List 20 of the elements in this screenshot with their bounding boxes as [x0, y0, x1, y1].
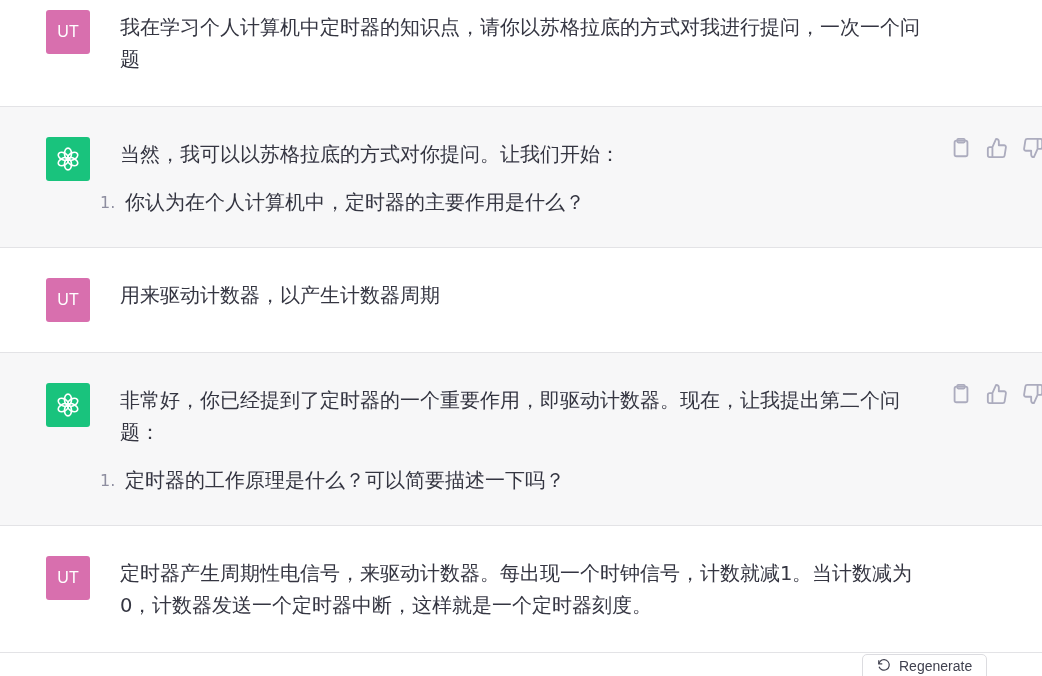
- message-text: 定时器产生周期性电信号，来驱动计数器。每出现一个时钟信号，计数就减1。当计数减为0，计数器发送一个定时器中断，这样就是一个定时器刻度。: [120, 561, 914, 619]
- user-avatar: UT: [46, 10, 90, 54]
- thumbs-up-icon[interactable]: [986, 137, 1008, 159]
- thumbs-up-icon[interactable]: [986, 383, 1008, 405]
- knot-logo-icon: [55, 392, 81, 418]
- message-text: 非常好，你已经提到了定时器的一个重要作用，即驱动计数器。现在，让我提出第二个问题：: [120, 388, 901, 446]
- list-item-text: 定时器的工作原理是什么？可以简要描述一下吗？: [125, 468, 566, 494]
- list-number: 1.: [100, 470, 116, 492]
- message-text: 我在学习个人计算机中定时器的知识点，请你以苏格拉底的方式对我进行提问，一次一个问题: [120, 15, 920, 73]
- thumbs-down-icon[interactable]: [1022, 383, 1042, 405]
- list-item-text: 你认为在个人计算机中，定时器的主要作用是什么？: [125, 190, 586, 216]
- refresh-icon: [877, 658, 891, 672]
- user-avatar: UT: [46, 278, 90, 322]
- knot-logo-icon: [55, 146, 81, 172]
- user-avatar: UT: [46, 556, 90, 600]
- thumbs-down-icon[interactable]: [1022, 137, 1042, 159]
- regenerate-button[interactable]: Regenerate: [862, 654, 988, 676]
- list-number: 1.: [100, 192, 116, 214]
- message-text: 用来驱动计数器，以产生计数器周期: [120, 283, 441, 309]
- message-text: 当然，我可以以苏格拉底的方式对你提问。让我们开始：: [120, 142, 621, 168]
